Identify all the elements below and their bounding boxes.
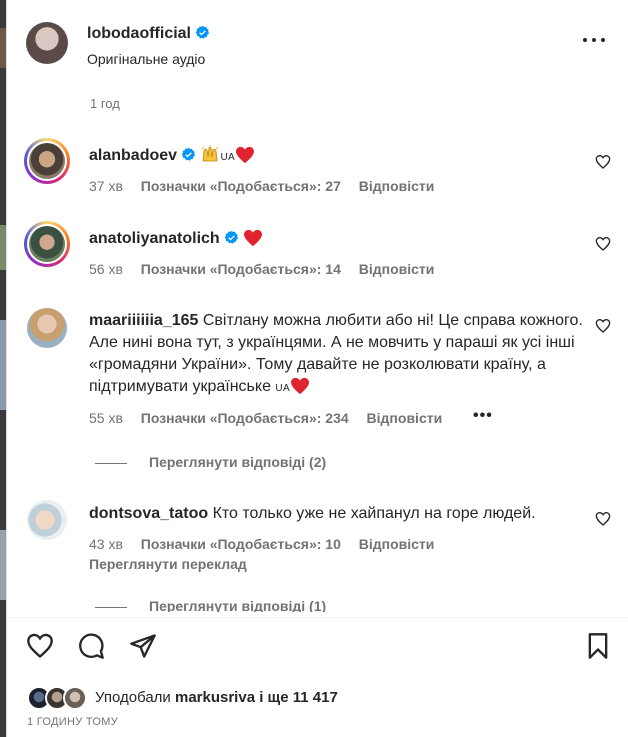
comment-time[interactable]: 43 хв (89, 536, 123, 552)
verified-icon (181, 147, 196, 161)
reply-button[interactable]: Відповісти (367, 410, 443, 426)
author-username[interactable]: lobodaofficial (87, 25, 191, 42)
comment-meta: 55 хв Позначки «Подобається»: 234 Відпов… (89, 410, 456, 426)
author-avatar[interactable] (26, 22, 68, 64)
verified-icon (195, 25, 210, 39)
liked-by-user[interactable]: markusriva (175, 689, 255, 706)
like-heart-icon[interactable] (26, 632, 54, 660)
comment-time[interactable]: 56 хв (89, 261, 123, 277)
replies-line (95, 606, 127, 608)
more-icon[interactable] (583, 36, 605, 44)
bookmark-icon[interactable] (584, 632, 612, 660)
post-header: lobodaofficial Оригінальне аудіо (7, 0, 628, 90)
comment-icon[interactable] (77, 632, 105, 660)
comment-text: anatoliyanatolich (89, 228, 589, 250)
comment-text: alanbadoev UA (89, 145, 589, 169)
comment-meta: 43 хв Позначки «Подобається»: 10 Відпові… (89, 536, 448, 552)
comment-likes[interactable]: Позначки «Подобається»: 234 (141, 410, 349, 426)
reply-button[interactable]: Відповісти (359, 536, 435, 552)
share-icon[interactable] (129, 632, 157, 660)
view-replies-label[interactable]: Переглянути відповіді (1) (149, 598, 326, 612)
reply-button[interactable]: Відповісти (359, 261, 435, 277)
ua-flag-emoji: UA (275, 383, 290, 394)
liked-by-prefix: Уподобали (95, 689, 171, 706)
comment-options-icon[interactable]: ••• (473, 407, 493, 425)
raised-hands-emoji (202, 145, 219, 162)
heart-icon[interactable] (595, 511, 611, 527)
comment-body: Кто только уже не хайпанул на горе людей… (212, 505, 536, 522)
view-replies-label[interactable]: Переглянути відповіді (2) (149, 454, 326, 470)
heart-icon[interactable] (595, 318, 611, 334)
comment-time[interactable]: 37 хв (89, 178, 123, 194)
red-heart-emoji (244, 229, 263, 247)
comment-text: maariiiiiia_165 Світлану можна любити аб… (89, 310, 589, 400)
liked-by-text: Уподобали markusriva і ще 11 417 (95, 689, 338, 706)
heart-icon[interactable] (595, 236, 611, 252)
reply-button[interactable]: Відповісти (359, 178, 435, 194)
view-replies-button[interactable]: Переглянути відповіді (2) (95, 454, 326, 470)
commenter-username[interactable]: alanbadoev (89, 147, 177, 164)
comment-likes[interactable]: Позначки «Подобається»: 10 (141, 536, 341, 552)
commenter-avatar[interactable] (24, 221, 70, 267)
comment-likes[interactable]: Позначки «Подобається»: 14 (141, 261, 341, 277)
comment-likes[interactable]: Позначки «Подобається»: 27 (141, 178, 341, 194)
heart-icon[interactable] (595, 154, 611, 170)
replies-line (95, 462, 127, 464)
commenter-avatar[interactable] (24, 138, 70, 184)
commenter-username[interactable]: anatoliyanatolich (89, 230, 220, 247)
red-heart-emoji (290, 377, 309, 395)
view-replies-button[interactable]: Переглянути відповіді (1) (95, 598, 326, 612)
comment-meta: 56 хв Позначки «Подобається»: 14 Відпові… (89, 261, 448, 277)
comment-meta: 37 хв Позначки «Подобається»: 27 Відпові… (89, 178, 448, 194)
likes-count[interactable]: 11 417 (293, 689, 338, 706)
audio-label[interactable]: Оригінальне аудіо (87, 51, 205, 67)
commenter-avatar[interactable] (27, 500, 67, 540)
commenter-username[interactable]: maariiiiiia_165 (89, 312, 198, 329)
red-heart-emoji (235, 146, 254, 164)
verified-icon (224, 230, 238, 244)
liked-by-middle[interactable]: і ще (259, 689, 288, 706)
commenter-username[interactable]: dontsova_tatoo (89, 505, 208, 522)
commenter-avatar[interactable] (27, 308, 67, 348)
comment-text: dontsova_tatoo Кто только уже не хайпану… (89, 503, 589, 525)
liked-by-row: Уподобали markusriva і ще 11 417 (27, 684, 627, 712)
post-timestamp[interactable]: 1 ГОДИНУ ТОМУ (27, 716, 118, 728)
section-divider (7, 617, 628, 618)
caption-time: 1 год (90, 96, 120, 111)
liker-avatars[interactable] (27, 684, 89, 712)
see-translation-button[interactable]: Переглянути переклад (89, 556, 247, 572)
ua-flag-emoji: UA (220, 152, 235, 163)
post-comments-panel: lobodaofficial Оригінальне аудіо 1 год a… (6, 0, 628, 737)
comment-time[interactable]: 55 хв (89, 410, 123, 426)
author-username-row[interactable]: lobodaofficial (87, 25, 210, 43)
post-actions-bar (7, 628, 628, 668)
